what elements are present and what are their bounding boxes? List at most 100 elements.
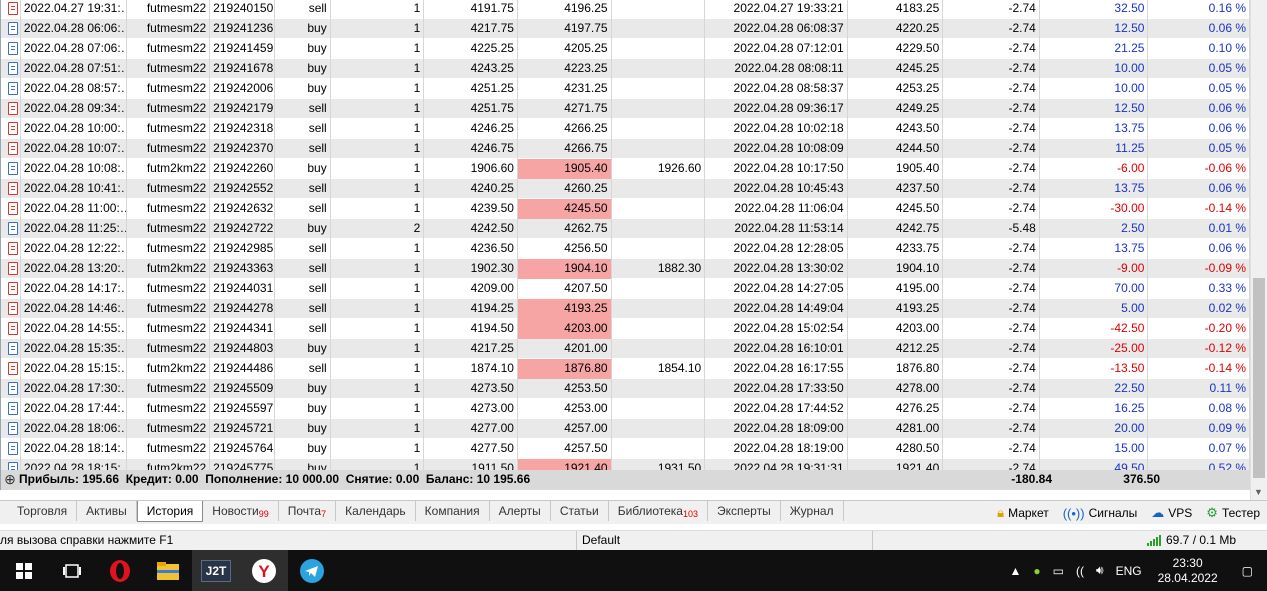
table-row[interactable]: 2022.04.28 15:35:… futmesm22 219244803 buy 1…: [1, 339, 1250, 359]
task-view-button[interactable]: [48, 550, 96, 591]
sl-cell: 4257.00: [518, 419, 612, 439]
table-row[interactable]: 2022.04.28 12:22:… futmesm22 219242985 sell…: [1, 239, 1250, 259]
table-row[interactable]: 2022.04.28 10:07:… futmesm22 219242370 sell…: [1, 139, 1250, 159]
tab-badge: 7: [321, 509, 327, 519]
sell-order-icon: [8, 2, 18, 15]
file-explorer-app[interactable]: [144, 550, 192, 591]
j2t-app[interactable]: J2T: [192, 550, 240, 591]
close-time-cell: 2022.04.28 10:45:43: [705, 179, 848, 199]
tab-0[interactable]: Торговля: [8, 501, 78, 521]
table-row[interactable]: 2022.04.28 14:46:… futmesm22 219244278 sell…: [1, 299, 1250, 319]
close-price-cell: 4253.25: [848, 79, 944, 99]
profit-pct-cell: 0.33 %: [1148, 279, 1250, 299]
volume-icon[interactable]: 🔊︎: [1090, 563, 1110, 578]
tester-button[interactable]: ⚙ Тестер: [1199, 505, 1267, 521]
tab-9[interactable]: Библиотека103: [609, 501, 708, 521]
yandex-browser-app[interactable]: Y: [240, 550, 288, 591]
symbol-cell: futmesm22: [127, 59, 211, 79]
table-row[interactable]: 2022.04.28 11:00:… futmesm22 219242632 sell…: [1, 199, 1250, 219]
symbol-cell: futmesm22: [127, 419, 211, 439]
table-row[interactable]: 2022.04.28 18:06:… futmesm22 219245721 buy 1…: [1, 419, 1250, 439]
table-row[interactable]: 2022.04.28 06:06:… futmesm22 219241236 buy 1…: [1, 19, 1250, 39]
close-time-cell: 2022.04.27 19:33:21: [705, 0, 848, 19]
tab-11[interactable]: Журнал: [781, 501, 844, 521]
tp-cell: [612, 339, 706, 359]
expand-icon[interactable]: ⊕: [1, 470, 19, 490]
j2t-icon: J2T: [200, 559, 232, 582]
table-row[interactable]: 2022.04.28 07:06:… futmesm22 219241459 buy 1…: [1, 39, 1250, 59]
tab-1[interactable]: Активы: [77, 501, 137, 521]
telegram-app[interactable]: [288, 550, 336, 591]
type-cell: sell: [275, 99, 331, 119]
tab-6[interactable]: Компания: [416, 501, 490, 521]
table-row[interactable]: 2022.04.28 09:34:… futmesm22 219242179 sell…: [1, 99, 1250, 119]
tab-8[interactable]: Статьи: [551, 501, 609, 521]
type-cell: buy: [275, 339, 331, 359]
volume-cell: 1: [331, 419, 425, 439]
table-row[interactable]: 2022.04.28 18:15:… futm2km22 219245775 buy 1…: [1, 459, 1250, 470]
tp-cell: [612, 19, 706, 39]
sl-cell: 4223.25: [518, 59, 612, 79]
profit-pct-cell: -0.06 %: [1148, 159, 1250, 179]
tab-3[interactable]: Новости99: [203, 501, 279, 521]
table-row[interactable]: 2022.04.28 13:20:… futm2km22 219243363 sell…: [1, 259, 1250, 279]
battery-icon[interactable]: ▭: [1047, 564, 1070, 578]
tab-4[interactable]: Почта7: [279, 501, 337, 521]
connection-status[interactable]: 69.7 / 0.1 Mb: [1147, 531, 1267, 550]
commission-cell: -5.48: [943, 219, 1040, 239]
table-row[interactable]: 2022.04.28 14:17:… futmesm22 219244031 sell…: [1, 279, 1250, 299]
profit-cell: 49.50: [1040, 459, 1149, 470]
scrollbar-thumb[interactable]: [1253, 278, 1265, 478]
row-icon-cell: [1, 399, 21, 419]
table-row[interactable]: 2022.04.28 17:44:… futmesm22 219245597 buy 1…: [1, 399, 1250, 419]
signals-button[interactable]: ((•)) Сигналы: [1056, 506, 1145, 521]
tray-app-icon[interactable]: ●: [1027, 564, 1046, 578]
table-row[interactable]: 2022.04.28 10:08:… futm2km22 219242260 buy 1…: [1, 159, 1250, 179]
tp-cell: [612, 439, 706, 459]
tray-overflow-icon[interactable]: ▲: [1004, 564, 1028, 578]
sl-cell: 4262.75: [518, 219, 612, 239]
price-cell: 1906.60: [424, 159, 518, 179]
vertical-scrollbar[interactable]: ▼: [1250, 0, 1267, 500]
tab-2[interactable]: История: [136, 501, 204, 522]
close-time-cell: 2022.04.28 18:19:00: [705, 439, 848, 459]
tab-7[interactable]: Алерты: [490, 501, 551, 521]
table-row[interactable]: 2022.04.28 11:25:… futmesm22 219242722 buy 2…: [1, 219, 1250, 239]
tab-5[interactable]: Календарь: [336, 501, 416, 521]
opera-app[interactable]: [96, 550, 144, 591]
table-row[interactable]: 2022.04.28 07:51:… futmesm22 219241678 buy 1…: [1, 59, 1250, 79]
clock[interactable]: 23:30 28.04.2022: [1148, 556, 1228, 586]
sl-cell: 4256.50: [518, 239, 612, 259]
table-row[interactable]: 2022.04.28 08:57:… futmesm22 219242006 buy 1…: [1, 79, 1250, 99]
row-icon-cell: [1, 239, 21, 259]
vps-button[interactable]: ☁ VPS: [1144, 505, 1199, 521]
start-button[interactable]: [0, 550, 48, 591]
open-time-cell: 2022.04.28 10:07:…: [21, 139, 127, 159]
profit-cell: 10.00: [1040, 79, 1149, 99]
close-price-cell: 4229.50: [848, 39, 944, 59]
symbol-cell: futmesm22: [127, 139, 211, 159]
buy-order-icon: [8, 442, 18, 455]
table-row[interactable]: 2022.04.28 10:41:… futmesm22 219242552 sell…: [1, 179, 1250, 199]
notifications-icon[interactable]: ▢: [1228, 564, 1267, 578]
volume-cell: 1: [331, 159, 425, 179]
commission-cell: -2.74: [943, 259, 1040, 279]
table-row[interactable]: 2022.04.28 18:14:… futmesm22 219245764 buy 1…: [1, 439, 1250, 459]
tp-cell: [612, 219, 706, 239]
language-indicator[interactable]: ENG: [1110, 564, 1148, 578]
symbol-cell: futm2km22: [127, 459, 211, 470]
table-row[interactable]: 2022.04.28 15:15:… futm2km22 219244486 sell…: [1, 359, 1250, 379]
tab-10[interactable]: Эксперты: [708, 501, 781, 521]
table-row[interactable]: 2022.04.28 14:55:… futmesm22 219244341 sell…: [1, 319, 1250, 339]
table-row[interactable]: 2022.04.28 10:00:… futmesm22 219242318 sell…: [1, 119, 1250, 139]
symbol-cell: futmesm22: [127, 339, 211, 359]
scroll-down-icon[interactable]: ▼: [1254, 487, 1263, 497]
profit-cell: -6.00: [1040, 159, 1149, 179]
type-cell: sell: [275, 139, 331, 159]
table-row[interactable]: 2022.04.28 17:30:… futmesm22 219245509 buy 1…: [1, 379, 1250, 399]
table-row[interactable]: 2022.04.27 19:31:… futmesm22 219240150 sell…: [1, 0, 1250, 19]
market-button[interactable]: 🔒︎ Маркет: [990, 505, 1056, 521]
type-cell: sell: [275, 0, 331, 19]
wifi-icon[interactable]: ((: [1070, 564, 1090, 578]
price-cell: 1902.30: [424, 259, 518, 279]
